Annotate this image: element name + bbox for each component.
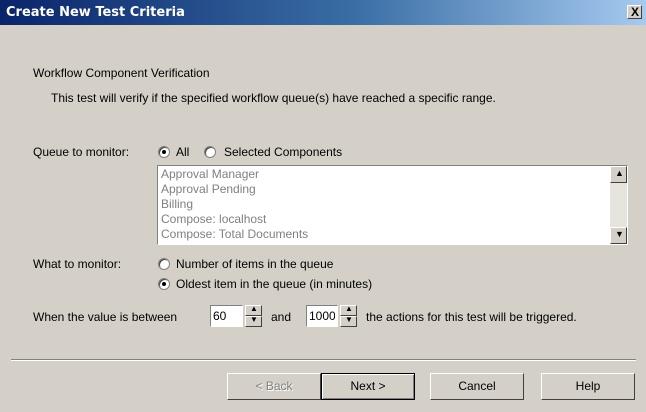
close-icon: X (631, 5, 640, 19)
list-item[interactable]: Approval Manager (161, 167, 259, 181)
listbox-scrollbar[interactable]: ▲ ▼ (610, 166, 627, 244)
scroll-up-icon: ▲ (615, 168, 624, 178)
max-down-button[interactable]: ▼ (340, 315, 357, 327)
section-heading: Workflow Component Verification (33, 66, 210, 80)
scroll-down-icon: ▼ (615, 229, 624, 239)
help-button[interactable]: Help (541, 373, 635, 400)
separator (11, 359, 636, 361)
list-item[interactable]: Approval Pending (161, 182, 256, 196)
radio-queue-selected-label: Selected Components (224, 145, 343, 159)
range-prefix-label: When the value is between (33, 310, 178, 324)
title-bar: Create New Test Criteria X (0, 0, 646, 25)
radio-queue-all-label: All (176, 145, 190, 159)
range-connector-label: and (271, 310, 292, 324)
arrow-up-icon: ▲ (250, 304, 258, 313)
dialog-window: Create New Test Criteria X Workflow Comp… (0, 0, 646, 412)
cancel-button[interactable]: Cancel (430, 373, 524, 400)
arrow-down-icon: ▼ (345, 315, 353, 324)
queue-label: Queue to monitor: (33, 145, 130, 159)
list-item[interactable]: Billing (161, 197, 193, 211)
min-value-stepper[interactable]: ▲ ▼ (245, 304, 262, 327)
components-listbox[interactable]: Approval Manager Approval Pending Billin… (157, 165, 628, 245)
max-value-input[interactable] (307, 306, 337, 326)
radio-monitor-oldest[interactable] (158, 278, 170, 290)
max-value-field[interactable] (306, 305, 338, 327)
radio-monitor-count-label: Number of items in the queue (176, 257, 334, 271)
min-value-input[interactable] (211, 306, 242, 326)
scroll-up-button[interactable]: ▲ (610, 166, 627, 183)
max-value-stepper[interactable]: ▲ ▼ (340, 304, 357, 327)
radio-queue-selected[interactable] (204, 146, 216, 158)
radio-monitor-oldest-label: Oldest item in the queue (in minutes) (176, 277, 373, 291)
close-button[interactable]: X (627, 5, 642, 19)
list-item[interactable]: Compose: Total Documents (161, 227, 308, 241)
arrow-down-icon: ▼ (250, 315, 258, 324)
window-title: Create New Test Criteria (6, 5, 185, 20)
radio-queue-all[interactable] (158, 146, 170, 158)
min-value-field[interactable] (210, 305, 243, 327)
radio-monitor-count[interactable] (158, 258, 170, 270)
monitor-label: What to monitor: (33, 257, 122, 271)
range-suffix-label: the actions for this test will be trigge… (366, 310, 577, 324)
list-item[interactable]: Compose: localhost (161, 212, 266, 226)
arrow-up-icon: ▲ (345, 304, 353, 313)
next-button[interactable]: Next > (321, 373, 415, 400)
min-down-button[interactable]: ▼ (245, 315, 262, 327)
back-button[interactable]: < Back (227, 373, 321, 400)
section-description: This test will verify if the specified w… (51, 91, 496, 105)
scroll-down-button[interactable]: ▼ (610, 227, 627, 244)
